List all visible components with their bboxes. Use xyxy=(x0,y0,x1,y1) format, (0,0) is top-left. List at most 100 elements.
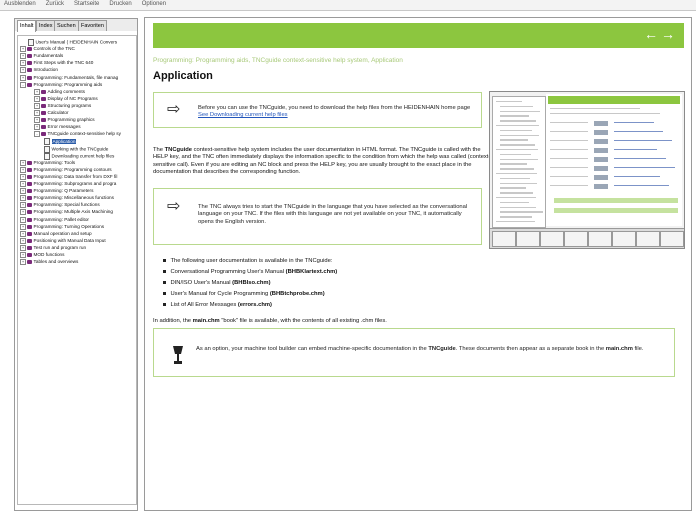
book-icon xyxy=(27,174,32,179)
book-icon xyxy=(27,54,32,59)
tab-contents[interactable]: Inhalt xyxy=(17,20,37,32)
tree-item[interactable]: + Programming: Turning Operations xyxy=(20,223,104,231)
book-icon xyxy=(41,125,46,130)
expand-icon[interactable]: + xyxy=(20,216,26,223)
expand-icon[interactable]: + xyxy=(20,173,26,180)
expand-icon[interactable]: + xyxy=(34,124,40,131)
expand-icon[interactable]: + xyxy=(34,102,40,109)
tree-item[interactable]: + Programming: Q Parameters xyxy=(20,188,93,195)
expand-icon[interactable]: + xyxy=(20,53,26,60)
tree-item[interactable]: + MOD functions xyxy=(20,252,65,259)
expand-icon[interactable]: + xyxy=(34,117,40,124)
menu-item[interactable]: Zurück xyxy=(46,1,64,7)
expand-icon[interactable]: + xyxy=(20,237,26,244)
screenshot-tree-line xyxy=(500,177,530,180)
collapse-icon[interactable]: - xyxy=(34,131,40,138)
tree-item[interactable]: Application xyxy=(44,138,77,146)
tree-item[interactable]: + Programming: Miscellaneous functions xyxy=(20,195,114,202)
screenshot-tree-line xyxy=(500,139,528,141)
screenshot-tree-line xyxy=(500,115,529,117)
tree-item[interactable]: User's Manual ( HEIDENHAIN Convers xyxy=(28,39,117,46)
tree-item-label: Fundamentals xyxy=(33,53,64,59)
tree-item[interactable]: + Structuring programs xyxy=(34,102,91,110)
tree-item[interactable]: - Programming: Programming aids xyxy=(20,81,102,89)
tree-item[interactable]: + Programming: Tools xyxy=(20,159,75,167)
expand-icon[interactable]: + xyxy=(20,181,26,187)
tree-item[interactable]: + Introduction xyxy=(20,67,58,74)
tree-item[interactable]: + Programming graphics xyxy=(34,117,95,124)
screenshot-table-cell xyxy=(594,139,608,144)
tree-item[interactable]: Downloading current help files xyxy=(44,152,114,160)
screenshot-tree-line xyxy=(500,120,536,122)
download-help-files-link[interactable]: See Downloading current help files xyxy=(198,112,288,118)
screenshot-softkey xyxy=(492,231,516,247)
tree-item[interactable]: + Display of NC Programs xyxy=(34,95,98,103)
expand-icon[interactable]: + xyxy=(20,159,26,166)
tree-item[interactable]: - TNCguide context-sensitive help sy xyxy=(34,131,121,138)
screenshot-table-cell xyxy=(614,131,663,133)
menu-item[interactable]: Ausblenden xyxy=(4,1,36,7)
expand-icon[interactable]: + xyxy=(20,209,26,216)
expand-icon[interactable]: + xyxy=(20,252,26,258)
tree-item[interactable]: + Programming: Programming contours xyxy=(20,166,112,174)
book-icon xyxy=(27,260,32,265)
main-chm-paragraph: In addition, the main.chm "book" file is… xyxy=(153,318,387,324)
expand-icon[interactable]: + xyxy=(20,188,26,195)
tree-item[interactable]: + Calculator xyxy=(34,110,69,117)
tree-item[interactable]: + Programming: Fundamentals, file manag xyxy=(20,74,118,82)
tree-item-label: First Steps with the TNC 640 xyxy=(33,60,94,66)
tree-item[interactable]: + Adding comments xyxy=(34,88,85,96)
expand-icon[interactable]: + xyxy=(20,244,26,251)
tree-item[interactable]: + Error messages xyxy=(34,124,81,131)
list-item: User's Manual for Cycle Programming (BHB… xyxy=(163,291,325,297)
expand-icon[interactable]: + xyxy=(20,259,26,266)
tree-item[interactable]: + Programming: Special functions xyxy=(20,202,100,209)
menu-item[interactable]: Optionen xyxy=(142,1,166,7)
collapse-icon[interactable]: - xyxy=(20,81,26,88)
machine-documentation-note-text: As an option, your machine tool builder … xyxy=(196,346,644,352)
tree-item[interactable]: + Tables and overviews xyxy=(20,259,78,266)
tab-favorites[interactable]: Favoriten xyxy=(78,20,107,31)
tree-item[interactable]: + Manual operation and setup xyxy=(20,230,92,238)
bullet-icon xyxy=(163,292,166,295)
tree-item-label: Error messages xyxy=(47,124,81,130)
expand-icon[interactable]: + xyxy=(20,202,26,209)
back-arrow-icon[interactable]: ← xyxy=(644,26,661,42)
expand-icon[interactable]: + xyxy=(34,88,40,95)
tree-item[interactable]: + Test run and program run xyxy=(20,244,87,252)
expand-icon[interactable]: + xyxy=(20,223,26,230)
tab-search[interactable]: Suchen xyxy=(54,20,79,31)
expand-icon[interactable]: + xyxy=(20,74,26,81)
tree-item-label: Working with the TNCguide xyxy=(51,146,109,152)
tab-index[interactable]: Index xyxy=(36,20,56,31)
contents-tree: User's Manual ( HEIDENHAIN Convers + Contr… xyxy=(17,35,137,505)
tree-item[interactable]: + Controls of the TNC xyxy=(20,46,75,53)
menu-item[interactable]: Drucken xyxy=(109,1,131,7)
tree-item[interactable]: + Programming: Subprograms and progra xyxy=(20,181,116,188)
tree-item-label: Programming: Multiple Axis Machining xyxy=(33,209,113,215)
tree-item[interactable]: + Programming: Multiple Axis Machining xyxy=(20,209,113,216)
expand-icon[interactable]: + xyxy=(34,110,40,116)
book-icon xyxy=(27,203,32,208)
expand-icon[interactable]: + xyxy=(20,166,26,173)
screenshot-tree-line xyxy=(500,211,543,213)
expand-icon[interactable]: + xyxy=(20,46,26,53)
tree-item[interactable]: + First Steps with the TNC 640 xyxy=(20,60,93,67)
expand-icon[interactable]: + xyxy=(34,95,40,102)
book-icon xyxy=(27,245,32,250)
screenshot-tree-line xyxy=(500,216,532,218)
tree-item[interactable]: + Programming: Pallet editor xyxy=(20,216,89,224)
tree-item-label: Programming: Data transfer from DXF fil xyxy=(33,174,118,180)
tree-item[interactable]: + Fundamentals xyxy=(20,53,63,60)
tree-item[interactable]: + Programming: Data transfer from DXF fil xyxy=(20,173,118,181)
tree-item[interactable]: + Positioning with Manual Data Input xyxy=(20,237,106,245)
forward-arrow-icon[interactable]: → xyxy=(661,26,678,42)
menu-item[interactable]: Startseite xyxy=(74,1,99,7)
tree-item[interactable]: Working with the TNCguide xyxy=(44,145,109,153)
expand-icon[interactable]: + xyxy=(20,195,26,202)
expand-icon[interactable]: + xyxy=(20,60,26,67)
expand-icon[interactable]: + xyxy=(20,230,26,237)
tree-item-label: Test run and program run xyxy=(33,245,87,251)
tree-item-label: Controls of the TNC xyxy=(33,46,75,52)
expand-icon[interactable]: + xyxy=(20,67,26,74)
